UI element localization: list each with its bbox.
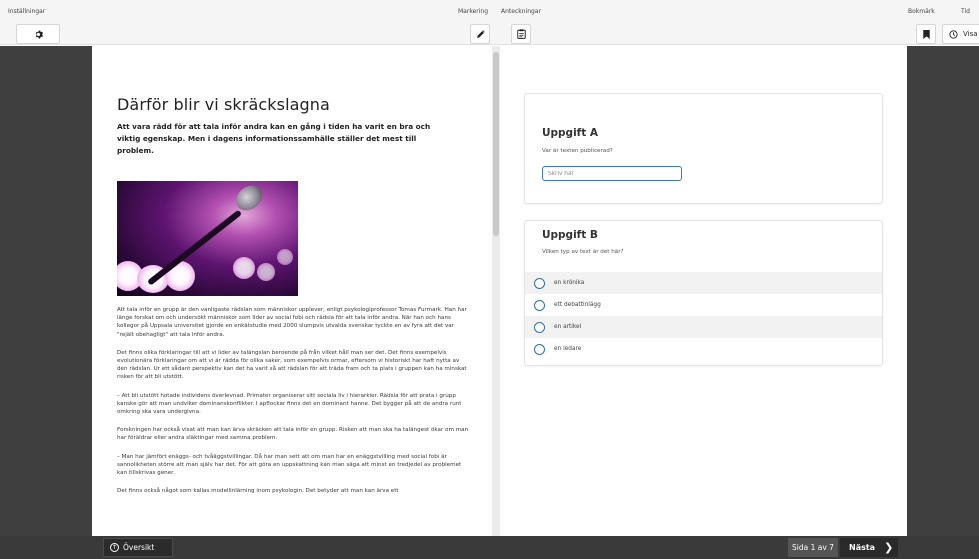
marking-label: Markering xyxy=(458,8,489,15)
task-b-question: Vilken typ av text är det här? xyxy=(542,249,624,255)
radio-button[interactable] xyxy=(534,343,545,355)
pen-icon xyxy=(476,29,485,39)
article-lead: Att vara rädd för att tala inför andra k… xyxy=(117,122,431,155)
article-paragraph: – Att bli utstött hotade individens över… xyxy=(117,392,462,416)
scrollbar-thumb[interactable] xyxy=(493,52,499,236)
marking-button[interactable] xyxy=(470,24,490,44)
notes-icon xyxy=(516,29,526,39)
article-paragraph: Att tala inför en grupp är den vanligast… xyxy=(117,307,467,338)
chevron-right-icon: ❯ xyxy=(884,541,894,554)
bookmark-button[interactable] xyxy=(916,24,936,44)
next-button[interactable]: Nästa ❯ xyxy=(840,538,898,557)
option-label: en ledare xyxy=(554,346,582,352)
radio-button[interactable] xyxy=(534,299,545,311)
article-paragraph: Forskningen har också visat att man kan … xyxy=(117,427,469,442)
article-paragraph: Det finns också något som kallas modelli… xyxy=(117,488,399,495)
task-b-card: Uppgift B Vilken typ av text är det här?… xyxy=(524,220,883,366)
option-ett-debattinlagg[interactable]: ett debattinlägg xyxy=(525,294,882,316)
right-margin xyxy=(907,46,979,536)
clock-icon xyxy=(949,29,958,39)
overview-button[interactable]: ↑ Översikt xyxy=(103,538,173,557)
task-a-title: Uppgift A xyxy=(542,127,599,139)
task-a-card: Uppgift A Var är texten publicerad? xyxy=(524,93,883,204)
notes-label: Anteckningar xyxy=(501,8,541,15)
notes-button[interactable] xyxy=(511,24,531,44)
option-label: ett debattinlägg xyxy=(554,302,601,308)
time-button[interactable]: Visa xyxy=(942,24,979,44)
next-label: Nästa xyxy=(849,543,876,552)
bottom-bar: ↑ Översikt Sida 1 av 7 Nästa ❯ xyxy=(0,536,979,559)
article-image-microphone xyxy=(117,181,298,296)
task-b-title: Uppgift B xyxy=(542,229,598,241)
overview-label: Översikt xyxy=(123,543,155,552)
top-toolbar: Inställningar Markering Anteckningar Bok… xyxy=(0,0,979,45)
option-en-kronika[interactable]: en krönika xyxy=(525,272,882,294)
gear-icon xyxy=(34,30,43,39)
radio-button[interactable] xyxy=(534,321,545,333)
arrow-up-circle-icon: ↑ xyxy=(110,543,119,552)
article-title: Därför blir vi skräckslagna xyxy=(117,95,330,114)
questions-pane: Uppgift A Var är texten publicerad? Uppg… xyxy=(500,46,907,536)
option-en-artikel[interactable]: en artikel xyxy=(525,316,882,338)
task-a-answer-input[interactable] xyxy=(542,166,682,181)
bookmark-label: Bokmärk xyxy=(908,8,935,15)
option-label: en krönika xyxy=(554,280,585,286)
article-paragraph: – Man har jämfört enäggs- och tvåäggstvi… xyxy=(117,453,462,477)
radio-button[interactable] xyxy=(534,277,545,289)
article-pane: Därför blir vi skräckslagna Att vara räd… xyxy=(92,46,492,536)
settings-button[interactable] xyxy=(16,24,60,44)
option-en-ledare[interactable]: en ledare xyxy=(525,338,882,360)
page-indicator: Sida 1 av 7 xyxy=(788,538,838,557)
time-button-label: Visa xyxy=(963,30,978,38)
bookmark-icon xyxy=(922,29,930,39)
article-paragraph: Det finns olika förklaringar till att vi… xyxy=(117,349,467,381)
task-a-question: Var är texten publicerad? xyxy=(542,148,613,154)
article-scrollbar[interactable] xyxy=(492,46,500,536)
left-margin xyxy=(0,46,92,536)
time-label: Tid xyxy=(961,8,970,15)
settings-label: Inställningar xyxy=(8,8,46,15)
option-label: en artikel xyxy=(554,324,582,330)
